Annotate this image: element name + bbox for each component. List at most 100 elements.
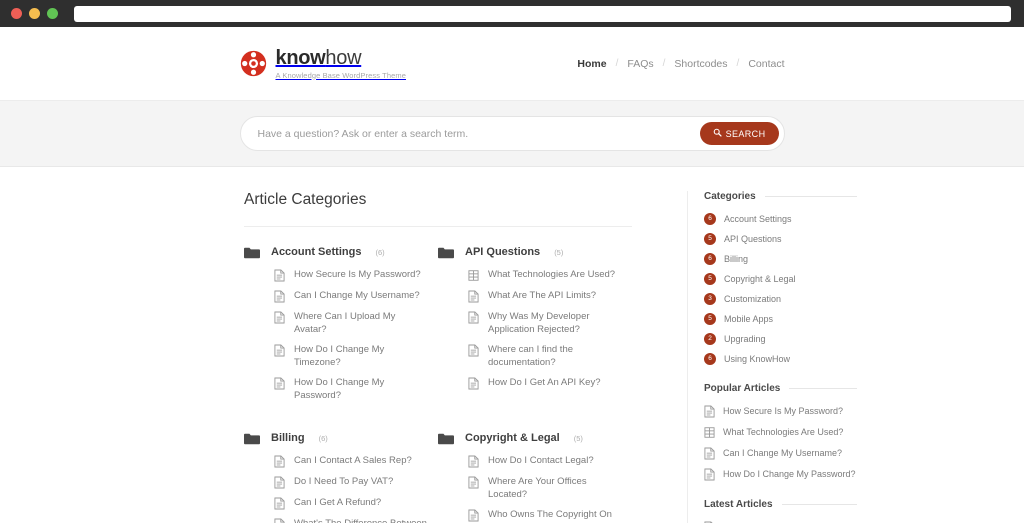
list-item[interactable]: How Do I Contact Legal? xyxy=(468,455,624,468)
article-link[interactable]: Can I Change My Username? xyxy=(294,290,420,303)
list-item[interactable]: What Technologies Are Used? xyxy=(704,426,857,439)
sidebar-article-link[interactable]: How Secure Is My Password? xyxy=(723,405,843,417)
list-item[interactable]: How Secure Is My Password? xyxy=(274,269,430,282)
maximize-window-button[interactable] xyxy=(47,8,58,19)
list-item[interactable]: How Do I Change My Timezone? xyxy=(274,344,430,369)
category-header[interactable]: Billing (6) xyxy=(244,432,430,445)
nav-item-faqs[interactable]: FAQs xyxy=(627,58,653,70)
category-block-api-questions: API Questions (5) What Technologies Are … xyxy=(438,246,632,410)
document-icon xyxy=(274,518,285,523)
document-icon xyxy=(274,290,285,303)
sidebar-widget-popular-articles: Popular Articles How Secure Is My Passwo… xyxy=(704,383,857,481)
sidebar-category-link[interactable]: Using KnowHow xyxy=(724,353,790,365)
sidebar-article-link[interactable]: How Do I Change My Password? xyxy=(723,468,856,480)
list-item[interactable]: What Are The API Limits? xyxy=(468,290,624,303)
document-icon xyxy=(468,476,479,489)
list-item[interactable]: 6 Using KnowHow xyxy=(704,353,857,365)
category-header[interactable]: Copyright & Legal (5) xyxy=(438,432,624,445)
category-name: Copyright & Legal xyxy=(465,432,560,444)
sidebar-widget-latest-articles: Latest Articles Customizing The Theme Co… xyxy=(704,499,857,523)
list-item[interactable]: How Do I Get An API Key? xyxy=(468,377,624,390)
list-item[interactable]: 5 Mobile Apps xyxy=(704,313,857,325)
sidebar-category-link[interactable]: Mobile Apps xyxy=(724,313,773,325)
list-item[interactable]: Where can I find the documentation? xyxy=(468,344,624,369)
article-link[interactable]: How Secure Is My Password? xyxy=(294,269,421,282)
search-button[interactable]: SEARCH xyxy=(699,122,779,145)
lifebuoy-icon xyxy=(240,50,267,77)
page-root: knowhow A Knowledge Base WordPress Theme… xyxy=(0,27,1024,523)
url-bar[interactable] xyxy=(74,5,1011,22)
sidebar-category-link[interactable]: Account Settings xyxy=(724,213,792,225)
nav-item-contact[interactable]: Contact xyxy=(748,58,784,70)
list-item[interactable]: Can I Change My Username? xyxy=(704,447,857,460)
list-item[interactable]: Can I Contact A Sales Rep? xyxy=(274,455,430,468)
list-item[interactable]: How Do I Change My Password? xyxy=(274,377,430,402)
list-item[interactable]: What Technologies Are Used? xyxy=(468,269,624,282)
list-item[interactable]: Can I Get A Refund? xyxy=(274,497,430,510)
sidebar-category-link[interactable]: Copyright & Legal xyxy=(724,273,796,285)
article-link[interactable]: Where Can I Upload My Avatar? xyxy=(294,311,430,336)
list-item[interactable]: Can I Change My Username? xyxy=(274,290,430,303)
article-link[interactable]: How Do I Get An API Key? xyxy=(488,377,600,390)
document-icon xyxy=(704,405,715,418)
article-link[interactable]: What's The Difference Between Annual & M… xyxy=(294,518,430,523)
table-icon xyxy=(468,269,479,282)
article-link[interactable]: Can I Contact A Sales Rep? xyxy=(294,455,412,468)
folder-icon xyxy=(438,246,454,259)
list-item[interactable]: How Do I Change My Password? xyxy=(704,468,857,481)
list-item[interactable]: 5 Copyright & Legal xyxy=(704,273,857,285)
search-input[interactable] xyxy=(257,117,700,150)
sidebar-category-link[interactable]: Upgrading xyxy=(724,333,766,345)
table-icon xyxy=(704,426,715,439)
site-logo[interactable]: knowhow A Knowledge Base WordPress Theme xyxy=(240,46,407,80)
main-navigation: Home / FAQs / Shortcodes / Contact xyxy=(577,58,784,70)
brand-title: knowhow xyxy=(275,46,407,69)
list-item[interactable]: Who Owns The Copyright On Uploaded Text … xyxy=(468,509,624,523)
sidebar-category-link[interactable]: Billing xyxy=(724,253,748,265)
article-link[interactable]: Where Are Your Offices Located? xyxy=(488,476,624,501)
article-link[interactable]: How Do I Change My Password? xyxy=(294,377,430,402)
article-link[interactable]: How Do I Change My Timezone? xyxy=(294,344,430,369)
main-content: Article Categories Account Settings (6) xyxy=(244,191,632,523)
widget-header: Latest Articles xyxy=(704,499,857,510)
article-link[interactable]: How Do I Contact Legal? xyxy=(488,455,594,468)
minimize-window-button[interactable] xyxy=(29,8,40,19)
list-item[interactable]: Do I Need To Pay VAT? xyxy=(274,476,430,489)
category-header[interactable]: Account Settings (6) xyxy=(244,246,430,259)
nav-item-shortcodes[interactable]: Shortcodes xyxy=(674,58,727,70)
close-window-button[interactable] xyxy=(11,8,22,19)
nav-item-home[interactable]: Home xyxy=(577,58,606,70)
category-header[interactable]: API Questions (5) xyxy=(438,246,624,259)
sidebar-category-link[interactable]: API Questions xyxy=(724,233,782,245)
list-item[interactable]: Why Was My Developer Application Rejecte… xyxy=(468,311,624,336)
sidebar-category-link[interactable]: Customization xyxy=(724,293,781,305)
status-badge: 5 xyxy=(704,313,716,325)
list-item[interactable]: 5 API Questions xyxy=(704,233,857,245)
browser-chrome xyxy=(0,0,1024,27)
brand-name-bold: know xyxy=(275,46,326,69)
widget-title: Latest Articles xyxy=(704,499,773,510)
sidebar-article-link[interactable]: Can I Change My Username? xyxy=(723,447,842,459)
list-item[interactable]: 2 Upgrading xyxy=(704,333,857,345)
list-item[interactable]: How Secure Is My Password? xyxy=(704,405,857,418)
article-link[interactable]: Who Owns The Copyright On Uploaded Text … xyxy=(488,509,624,523)
list-item[interactable]: Where Are Your Offices Located? xyxy=(468,476,624,501)
article-link[interactable]: Where can I find the documentation? xyxy=(488,344,624,369)
sidebar-article-link[interactable]: What Technologies Are Used? xyxy=(723,426,843,438)
list-item[interactable]: What's The Difference Between Annual & M… xyxy=(274,518,430,523)
article-link[interactable]: What Technologies Are Used? xyxy=(488,269,615,282)
list-item[interactable]: 6 Account Settings xyxy=(704,213,857,225)
search-section: SEARCH xyxy=(0,100,1024,167)
document-icon xyxy=(274,497,285,510)
status-badge: 3 xyxy=(704,293,716,305)
article-link[interactable]: What Are The API Limits? xyxy=(488,290,596,303)
list-item[interactable]: 6 Billing xyxy=(704,253,857,265)
article-link[interactable]: Why Was My Developer Application Rejecte… xyxy=(488,311,624,336)
window-controls xyxy=(9,8,58,19)
list-item[interactable]: 3 Customization xyxy=(704,293,857,305)
article-link[interactable]: Can I Get A Refund? xyxy=(294,497,381,510)
article-link[interactable]: Do I Need To Pay VAT? xyxy=(294,476,393,489)
status-badge: 6 xyxy=(704,353,716,365)
category-name: API Questions xyxy=(465,246,541,258)
list-item[interactable]: Where Can I Upload My Avatar? xyxy=(274,311,430,336)
